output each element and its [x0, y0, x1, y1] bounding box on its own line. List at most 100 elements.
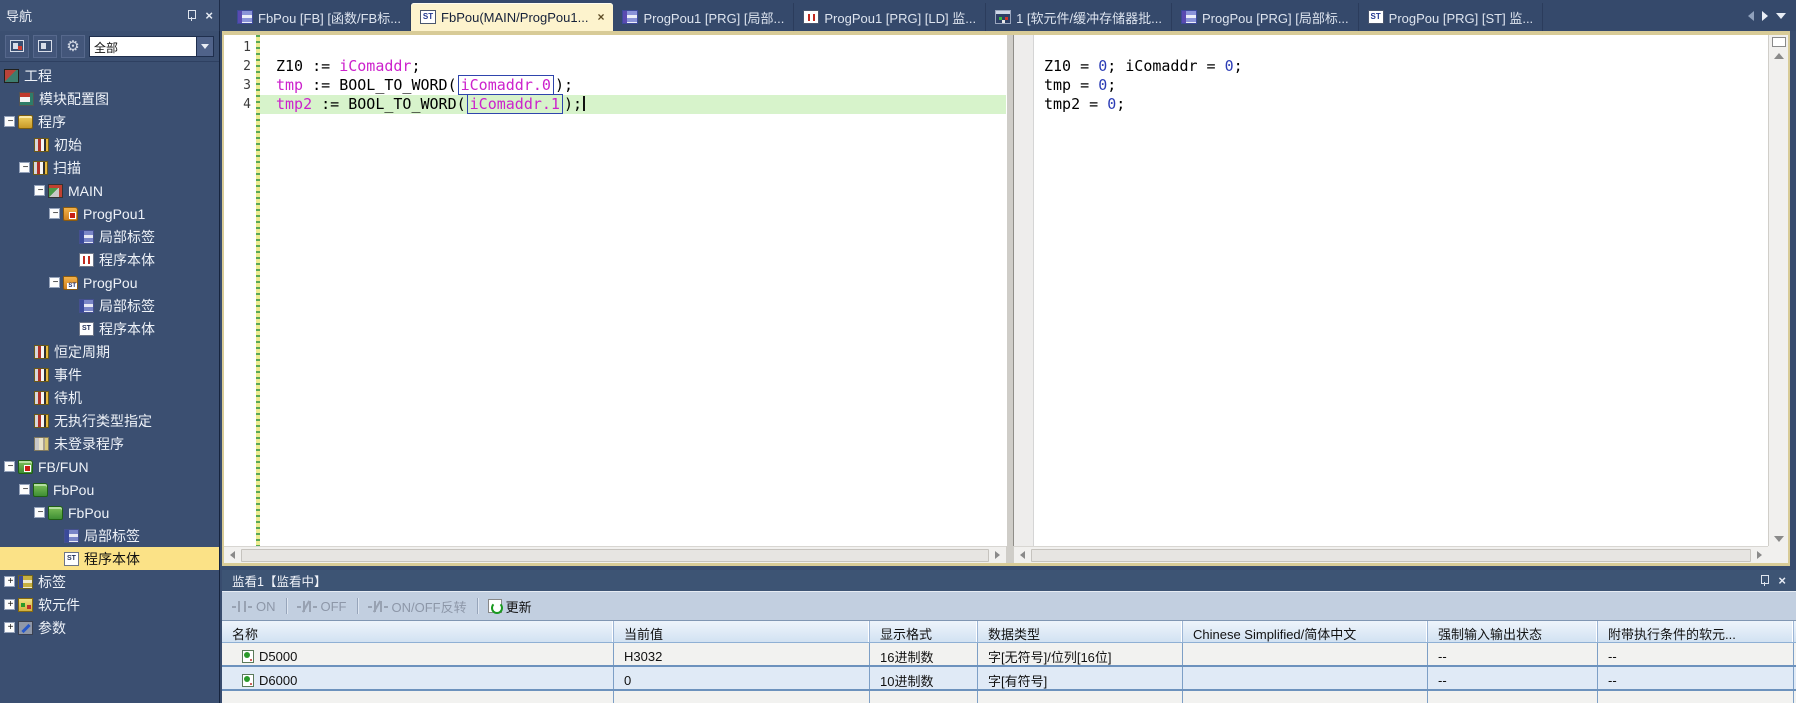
vertical-scrollbar[interactable]	[1768, 35, 1788, 546]
scrollbar-split-box[interactable]	[1772, 37, 1786, 47]
tree-item-未登录程序[interactable]: 未登录程序	[0, 432, 219, 455]
tab-4[interactable]: 1 [软元件/缓冲存储器批...	[986, 3, 1172, 31]
tree-item-程序本体[interactable]: 程序本体	[0, 317, 219, 340]
collapse-box-icon[interactable]	[4, 116, 15, 127]
scrollbar-thumb[interactable]	[1031, 549, 1751, 562]
watch-row-D6000[interactable]: D60000 10进制数 字[有符号] ----	[222, 667, 1796, 691]
tab-scroll-left-icon[interactable]	[1748, 11, 1754, 21]
collapse-box-icon[interactable]	[34, 185, 45, 196]
tree-item-程序[interactable]: 程序	[0, 110, 219, 133]
collapse-box-icon[interactable]	[19, 484, 30, 495]
cell-0-2[interactable]: 16进制数	[870, 643, 978, 665]
tree-item-局部标签[interactable]: 局部标签	[0, 524, 219, 547]
header-cell-1[interactable]: 当前值	[614, 621, 870, 642]
scrollbar-thumb[interactable]	[241, 549, 989, 562]
update-button[interactable]: 更新	[484, 595, 536, 618]
cell-1-0[interactable]: D6000	[222, 667, 614, 689]
tree-item-软元件[interactable]: 软元件	[0, 593, 219, 616]
header-cell-4[interactable]: Chinese Simplified/简体中文	[1183, 621, 1428, 642]
tree-item-待机[interactable]: 待机	[0, 386, 219, 409]
tree-item-无执行类型指定[interactable]: 无执行类型指定	[0, 409, 219, 432]
header-cell-6[interactable]: 附带执行条件的软元...	[1598, 621, 1794, 642]
tree-item-扫描[interactable]: 扫描	[0, 156, 219, 179]
cell-1-6[interactable]: --	[1598, 667, 1794, 689]
tree-item-恒定周期[interactable]: 恒定周期	[0, 340, 219, 363]
scroll-left-icon[interactable]	[1014, 547, 1031, 563]
tree-filter-select[interactable]: 全部	[89, 36, 214, 57]
tab-list-dropdown-icon[interactable]	[1776, 13, 1786, 19]
tree-item-ProgPou[interactable]: ProgPou	[0, 271, 219, 294]
cell-1-2[interactable]: 10进制数	[870, 667, 978, 689]
tree-collapse-button[interactable]	[5, 35, 29, 58]
cell-0-0[interactable]: D5000	[222, 643, 614, 665]
tree-item-事件[interactable]: 事件	[0, 363, 219, 386]
tree-item-MAIN[interactable]: MAIN	[0, 179, 219, 202]
tree-item-FbPou[interactable]: FbPou	[0, 501, 219, 524]
watch-table-body: D5000H303216进制数字[无符号]/位列[16位] ---- D600001…	[222, 643, 1796, 703]
tree-item-label: 局部标签	[99, 296, 155, 316]
tree-item-程序本体[interactable]: 程序本体	[0, 248, 219, 271]
cell-1-3[interactable]: 字[有符号]	[978, 667, 1183, 689]
cell-0-3[interactable]: 字[无符号]/位列[16位]	[978, 643, 1183, 665]
editor-split-handle[interactable]	[1006, 35, 1014, 546]
tree-item-工程[interactable]: 工程	[0, 64, 219, 87]
filter-dropdown-button[interactable]	[197, 36, 214, 57]
tab-scroll-right-icon[interactable]	[1762, 11, 1768, 21]
tab-0[interactable]: FbPou [FB] [函数/FB标...	[228, 3, 411, 31]
cell-1-4[interactable]	[1183, 667, 1428, 689]
cell-1-1[interactable]: 0	[614, 667, 870, 689]
collapse-box-icon[interactable]	[19, 162, 30, 173]
code-editor-area[interactable]: 1 2 3 4 Z10 := iComaddr; tmp := BOOL_TO_…	[224, 35, 1006, 546]
expand-box-icon[interactable]	[4, 599, 15, 610]
tree-item-FB/FUN[interactable]: FB/FUN	[0, 455, 219, 478]
header-cell-2[interactable]: 显示格式	[870, 621, 978, 642]
code-horizontal-scrollbar[interactable]	[224, 546, 1006, 563]
nav-close-icon[interactable]: ×	[205, 9, 213, 22]
tree-item-局部标签[interactable]: 局部标签	[0, 294, 219, 317]
nav-settings-button[interactable]: ⚙	[61, 35, 85, 58]
monitor-horizontal-scrollbar[interactable]	[1014, 546, 1768, 563]
watch-close-icon[interactable]: ×	[1778, 574, 1786, 587]
tab-2[interactable]: ProgPou1 [PRG] [局部...	[613, 3, 794, 31]
tree-item-初始[interactable]: 初始	[0, 133, 219, 156]
collapse-box-icon[interactable]	[4, 461, 15, 472]
scroll-down-icon[interactable]	[1774, 536, 1784, 542]
on-off-invert-button[interactable]: ON/OFF反转	[364, 595, 471, 618]
tree-item-标签[interactable]: 标签	[0, 570, 219, 593]
tab-close-icon[interactable]: ×	[597, 10, 604, 24]
watch-pin-icon[interactable]	[1758, 574, 1770, 587]
off-button[interactable]: OFF	[293, 597, 351, 616]
scroll-right-icon[interactable]	[1751, 547, 1768, 563]
expand-box-icon[interactable]	[4, 622, 15, 633]
nav-pin-icon[interactable]	[185, 9, 197, 22]
tree-item-局部标签[interactable]: 局部标签	[0, 225, 219, 248]
cell-0-4[interactable]	[1183, 643, 1428, 665]
scroll-right-icon[interactable]	[989, 547, 1006, 563]
tab-5[interactable]: ProgPou [PRG] [局部标...	[1172, 3, 1359, 31]
scroll-left-icon[interactable]	[224, 547, 241, 563]
cell-0-5[interactable]: --	[1428, 643, 1598, 665]
cell-value: 10进制数	[880, 671, 933, 690]
cell-0-1[interactable]: H3032	[614, 643, 870, 665]
cell-0-6[interactable]: --	[1598, 643, 1794, 665]
collapse-box-icon[interactable]	[49, 208, 60, 219]
collapse-box-icon[interactable]	[34, 507, 45, 518]
tree-item-模块配置图[interactable]: 模块配置图	[0, 87, 219, 110]
watch-row-D5000[interactable]: D5000H303216进制数字[无符号]/位列[16位] ----	[222, 643, 1796, 667]
tree-item-参数[interactable]: 参数	[0, 616, 219, 639]
cell-1-5[interactable]: --	[1428, 667, 1598, 689]
header-cell-0[interactable]: 名称	[222, 621, 614, 642]
header-cell-3[interactable]: 数据类型	[978, 621, 1183, 642]
tree-display-button[interactable]	[33, 35, 57, 58]
tab-3[interactable]: ProgPou1 [PRG] [LD] 监...	[794, 3, 986, 31]
collapse-box-icon[interactable]	[49, 277, 60, 288]
header-cell-5[interactable]: 强制输入输出状态	[1428, 621, 1598, 642]
scroll-up-icon[interactable]	[1774, 53, 1784, 59]
on-button[interactable]: ON	[228, 597, 280, 616]
tree-item-ProgPou1[interactable]: ProgPou1	[0, 202, 219, 225]
tree-item-FbPou[interactable]: FbPou	[0, 478, 219, 501]
tree-item-程序本体[interactable]: 程序本体	[0, 547, 219, 570]
tab-1[interactable]: FbPou(MAIN/ProgPou1...×	[411, 3, 613, 31]
tab-6[interactable]: ProgPou [PRG] [ST] 监...	[1359, 3, 1544, 31]
expand-box-icon[interactable]	[4, 576, 15, 587]
